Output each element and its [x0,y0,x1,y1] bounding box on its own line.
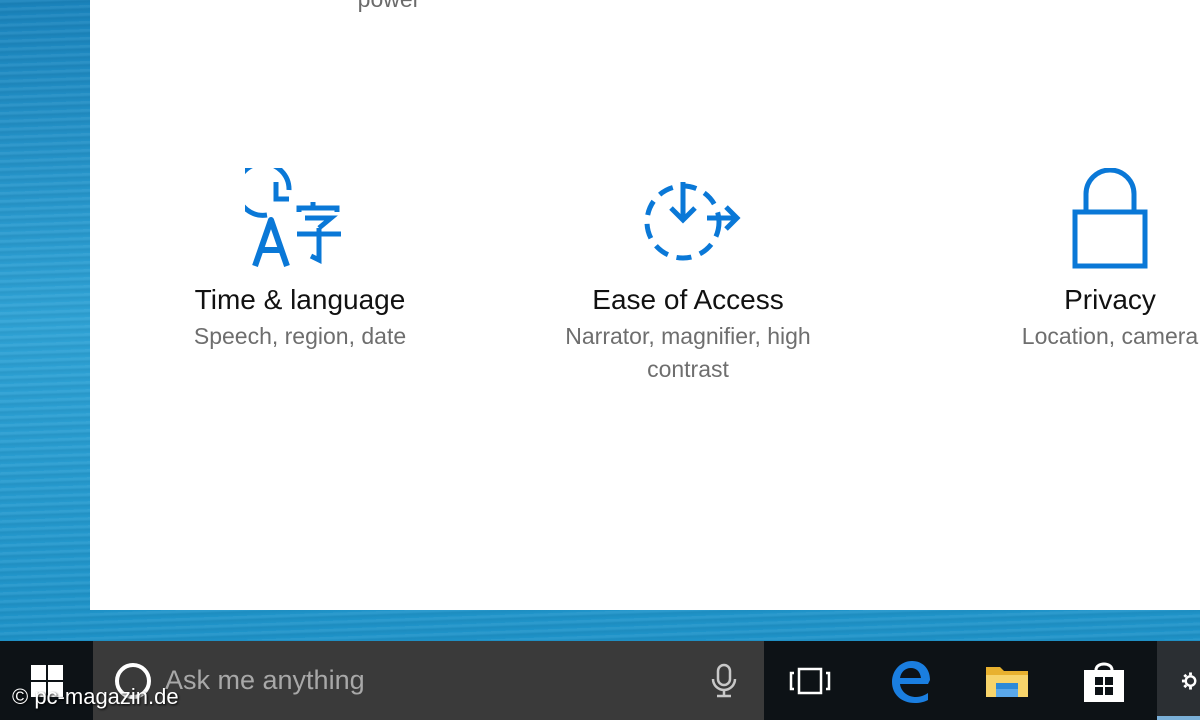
tile-description-line: contrast [647,356,729,382]
tile-description: Location, camera [1021,323,1199,349]
cut-off-tile-description: power [264,0,514,14]
store-icon [1084,662,1124,702]
file-explorer-button[interactable] [967,641,1047,720]
active-indicator [1157,716,1200,720]
tile-description-line: Narrator, magnifier, high [565,323,811,349]
tile-description: Speech, region, date [193,323,407,349]
settings-taskbar-button[interactable] [1157,641,1200,720]
tile-privacy[interactable]: Privacy Location, camera [960,168,1200,353]
tile-title: Ease of Access [592,284,784,315]
search-placeholder: Ask me anything [165,665,365,695]
store-button[interactable] [1064,641,1144,720]
edge-icon [892,660,930,703]
ease-of-access-icon [644,182,741,261]
task-view-icon [789,667,831,694]
edge-button[interactable] [870,641,950,720]
time-language-icon [245,168,341,267]
tile-ease-of-access[interactable]: Ease of Access Narrator, magnifier, high… [538,168,838,386]
microphone-icon[interactable] [709,663,739,699]
file-explorer-icon [986,666,1028,697]
settings-window: power Time & language Speech, region, da… [90,0,1200,610]
search-box[interactable]: Ask me anything [93,641,764,720]
tile-time-language[interactable]: Time & language Speech, region, date [170,168,430,353]
tile-title: Privacy [1064,284,1156,315]
task-view-button[interactable] [770,641,850,720]
tile-description: Narrator, magnifier, high contrast [538,320,838,386]
lock-icon [1072,168,1148,269]
watermark: © pc-magazin.de [12,684,179,709]
taskbar: Ask me anything [0,641,1200,720]
gear-icon [1181,671,1197,690]
tile-title: Time & language [194,284,406,315]
